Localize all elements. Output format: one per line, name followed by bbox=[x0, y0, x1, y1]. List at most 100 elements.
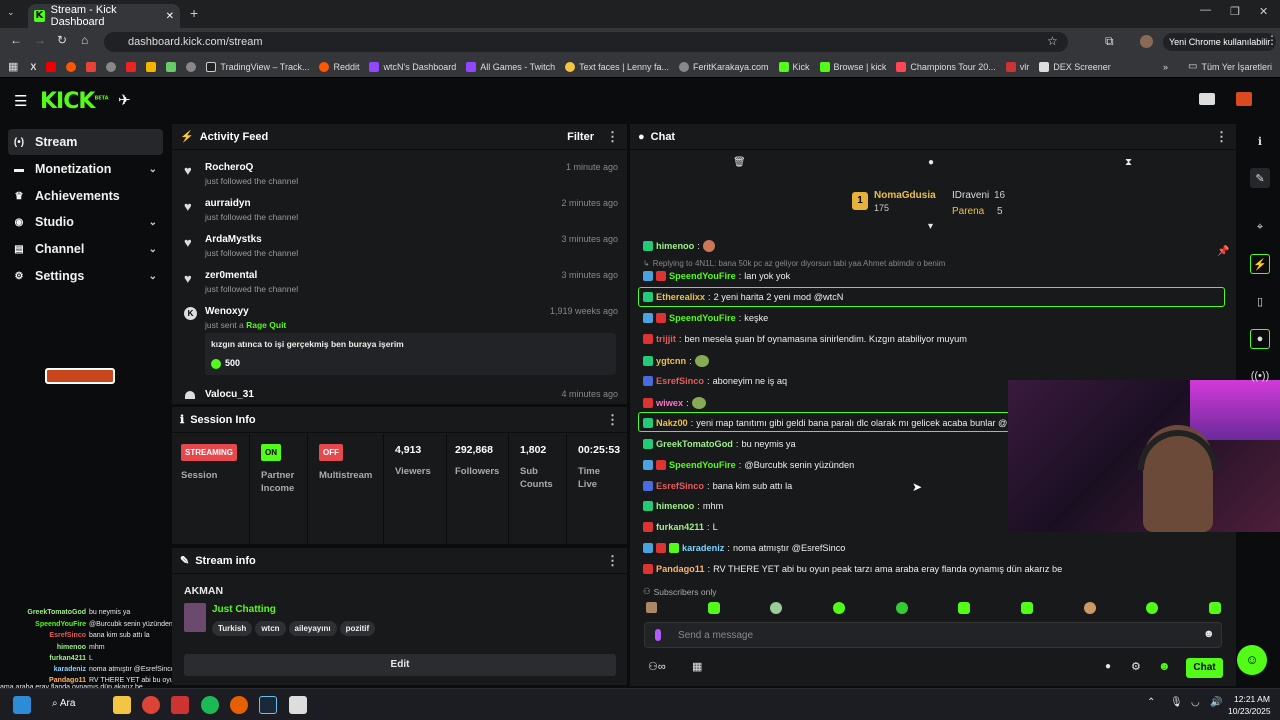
list-item[interactable]: ♥ zer0mental just followed the channel 3… bbox=[180, 266, 620, 300]
tab-list-icon[interactable]: ⌄ bbox=[7, 7, 15, 18]
reddit-bm-icon[interactable] bbox=[66, 61, 77, 72]
bookmark-dex-screener[interactable]: DEX Screener bbox=[1039, 61, 1111, 72]
edit-rail-icon[interactable]: ✎ bbox=[1250, 168, 1270, 188]
emote-icon[interactable] bbox=[895, 602, 908, 614]
spotify-icon[interactable] bbox=[201, 696, 219, 714]
file-explorer-icon[interactable] bbox=[113, 696, 131, 714]
hamburger-icon[interactable]: ☰ bbox=[14, 92, 27, 110]
bookmark-text-faces[interactable]: Text faces | Lenny fa... bbox=[565, 61, 669, 72]
emote-icon[interactable] bbox=[707, 602, 720, 614]
wifi-icon[interactable]: ◡ bbox=[1191, 697, 1200, 708]
settings-icon[interactable]: ⚙ bbox=[1131, 660, 1141, 673]
all-bookmarks[interactable]: ▭ Tüm Yer İşaretleri bbox=[1188, 61, 1272, 72]
avatar[interactable] bbox=[1140, 35, 1153, 48]
clock-date[interactable]: 10/23/2025 bbox=[1228, 706, 1271, 716]
edit-button[interactable]: Edit bbox=[184, 654, 616, 676]
home-icon[interactable]: ⌂ bbox=[81, 33, 88, 47]
yandex-icon[interactable] bbox=[126, 61, 137, 72]
emote-icon[interactable] bbox=[1020, 602, 1033, 614]
app-icon[interactable] bbox=[171, 696, 189, 714]
sidebar-item-studio[interactable]: ◉ Studio ⌄ bbox=[8, 209, 163, 235]
globe-icon[interactable] bbox=[106, 61, 117, 72]
filter-button[interactable]: Filter bbox=[567, 131, 594, 143]
url-input[interactable]: dashboard.kick.com/stream bbox=[104, 32, 1068, 52]
comment-icon[interactable]: ● bbox=[1105, 661, 1111, 672]
partner-income-toggle[interactable]: ON bbox=[261, 444, 281, 461]
more-icon[interactable]: ⋮ bbox=[606, 553, 619, 569]
list-item[interactable]: ♥ RocheroQ just followed the channel 1 m… bbox=[180, 158, 620, 192]
info-rail-icon[interactable]: ℹ bbox=[1250, 131, 1270, 151]
sidebar-item-stream[interactable]: (•) Stream bbox=[8, 129, 163, 155]
sidebar-item-channel[interactable]: ▤ Channel ⌄ bbox=[8, 236, 163, 262]
emote-icon[interactable] bbox=[646, 602, 657, 613]
browser-tab[interactable]: K Stream - Kick Dashboard ✕ bbox=[28, 4, 180, 28]
close-tab-icon[interactable]: ✕ bbox=[166, 11, 174, 22]
focus-rail-icon[interactable]: ⌖ bbox=[1250, 217, 1270, 237]
bookmark-browse-kick[interactable]: Browse | kick bbox=[819, 61, 886, 72]
chat-mode-icon[interactable]: ● bbox=[928, 157, 934, 168]
file-rail-icon[interactable]: ▯ bbox=[1250, 291, 1270, 311]
chat-rail-icon[interactable]: ● bbox=[1250, 329, 1270, 349]
category-name[interactable]: Just Chatting bbox=[212, 604, 276, 615]
collapse-icon[interactable]: ▾ bbox=[928, 221, 933, 232]
volume-icon[interactable]: 🔊 bbox=[1210, 697, 1222, 708]
more-icon[interactable]: ⋮ bbox=[606, 129, 619, 145]
bookmark-wtcn-dashboard[interactable]: wtcN's Dashboard bbox=[369, 61, 456, 72]
emote-icon[interactable] bbox=[958, 602, 971, 614]
emote-icon[interactable] bbox=[832, 602, 845, 614]
camera-icon[interactable] bbox=[1199, 93, 1215, 105]
tray-chevron-icon[interactable]: ⌃ bbox=[1147, 697, 1155, 708]
sidebar-item-settings[interactable]: ⚙ Settings ⌄ bbox=[8, 263, 163, 289]
apps-icon[interactable]: ▦ bbox=[8, 60, 18, 73]
bookmark-champions-tour[interactable]: Champions Tour 20... bbox=[896, 61, 996, 72]
bookmark-vlr[interactable]: vlr bbox=[1005, 61, 1029, 72]
globe2-icon[interactable] bbox=[186, 61, 197, 72]
youtube-icon[interactable] bbox=[46, 61, 57, 72]
star-icon[interactable]: ☆ bbox=[1047, 34, 1058, 48]
gmail-icon[interactable] bbox=[86, 61, 97, 72]
mic-icon[interactable] bbox=[655, 629, 661, 641]
emote-icon[interactable] bbox=[1208, 602, 1221, 614]
search-box[interactable]: ⌕ Ara bbox=[52, 698, 75, 709]
reload-icon[interactable]: ↻ bbox=[57, 33, 67, 47]
steam-icon[interactable] bbox=[259, 696, 277, 714]
minimize-icon[interactable]: — bbox=[1200, 4, 1211, 16]
maximize-icon[interactable]: ❐ bbox=[1230, 5, 1240, 18]
multistream-toggle[interactable]: OFF bbox=[319, 444, 343, 461]
discord-icon[interactable] bbox=[289, 696, 307, 714]
trash-icon[interactable]: 🗑 bbox=[733, 157, 746, 168]
list-item[interactable]: Valocu_31 4 minutes ago bbox=[180, 386, 620, 402]
more-bookmarks-icon[interactable]: » bbox=[1163, 62, 1168, 72]
emote-icon[interactable] bbox=[1083, 602, 1096, 614]
chat-input[interactable]: Send a message ☻ bbox=[644, 622, 1222, 648]
hourglass-icon[interactable]: ⧗ bbox=[1125, 157, 1132, 168]
emote-icon[interactable] bbox=[770, 602, 783, 614]
chrome-icon[interactable] bbox=[142, 696, 160, 714]
firefox-icon[interactable] bbox=[230, 696, 248, 714]
forward-icon[interactable]: → bbox=[34, 33, 46, 47]
bookmark-kick[interactable]: Kick bbox=[778, 61, 810, 72]
windows-start-icon[interactable] bbox=[13, 696, 31, 714]
leaf-icon[interactable] bbox=[166, 61, 177, 72]
more-icon[interactable]: ⋮ bbox=[606, 412, 619, 428]
bookmark-feritkarakaya[interactable]: FeritKarakaya.com bbox=[678, 61, 769, 72]
bookmark-all-games[interactable]: All Games - Twitch bbox=[466, 61, 555, 72]
profile-icon[interactable] bbox=[1236, 92, 1252, 106]
mic-tray-icon[interactable]: 🎙 bbox=[1170, 697, 1183, 708]
kick-logo[interactable]: KICKBETA bbox=[40, 89, 109, 114]
store-icon[interactable]: ▦ bbox=[692, 660, 702, 673]
list-item[interactable]: K Wenoxyy just sent a Rage Quit 1,919 we… bbox=[180, 302, 620, 382]
broadcast-rail-icon[interactable]: ((•)) bbox=[1250, 366, 1270, 386]
menu-icon[interactable]: ⋮ bbox=[1266, 33, 1278, 47]
back-icon[interactable]: ← bbox=[10, 33, 22, 47]
sidebar-item-monetization[interactable]: ▬ Monetization ⌄ bbox=[8, 156, 163, 182]
lightning-rail-icon[interactable]: ⚡ bbox=[1250, 254, 1270, 274]
emote-icon[interactable]: ☻ bbox=[1158, 659, 1171, 673]
drive-icon[interactable] bbox=[146, 61, 157, 72]
more-icon[interactable]: ⋮ bbox=[1215, 129, 1228, 145]
pin-icon[interactable]: 📌 bbox=[1217, 246, 1229, 257]
list-item[interactable]: ♥ aurraidyn just followed the channel 2 … bbox=[180, 194, 620, 228]
chat-settings-left-icon[interactable]: ⚇∞ bbox=[648, 660, 666, 673]
x-bookmark-icon[interactable]: X bbox=[30, 62, 36, 72]
new-tab-icon[interactable]: + bbox=[190, 5, 198, 21]
